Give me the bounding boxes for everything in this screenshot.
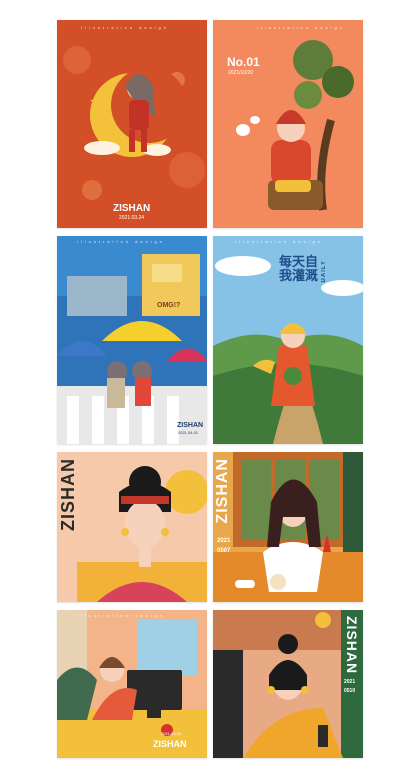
- date-label: 0510: [344, 688, 356, 694]
- illustration-card-moon-girl[interactable]: illustration design ZISHAN 2021.03.24: [57, 20, 207, 228]
- year-label: 2021: [217, 538, 231, 544]
- date-label: 2021.04.01: [178, 430, 199, 435]
- date-label: 2021.03.24: [119, 215, 145, 221]
- date-label: 0507: [217, 548, 231, 554]
- umbrella-crossing-artwork: [57, 236, 207, 444]
- brand-label: ZISHAN: [113, 203, 151, 214]
- moon-girl-artwork: [57, 20, 207, 228]
- shop-sign: OMG!?: [157, 302, 181, 309]
- brand-label: ZISHAN: [177, 422, 204, 429]
- brand-label: ZISHAN: [214, 458, 231, 524]
- headline-text: 每天自我灌溉: [279, 255, 319, 284]
- issue-number: No.01: [227, 55, 260, 69]
- top-text: illustration design: [257, 25, 345, 30]
- brand-label: ZISHAN: [344, 616, 360, 675]
- top-text: illustration design: [77, 239, 165, 244]
- top-text: illustration design: [235, 239, 323, 244]
- date-label: 2021.03.24: [161, 731, 182, 736]
- brand-label: ZISHAN: [153, 739, 187, 749]
- tree-girl-artwork: [213, 20, 363, 228]
- year-label: 2021: [344, 679, 356, 685]
- top-text: illustration design: [81, 25, 169, 30]
- desk-girl-artwork: [57, 610, 207, 758]
- date-label: 2021/10/20: [228, 70, 254, 76]
- illustration-card-watering-girl[interactable]: illustration design 每天自我灌溉 DAILY: [213, 236, 363, 444]
- illustration-card-market-girl[interactable]: ZISHAN 2021 0510: [213, 610, 363, 758]
- headband-girl-artwork: [57, 452, 207, 602]
- brand-label: ZISHAN: [58, 458, 78, 531]
- illustration-card-umbrella-crossing[interactable]: illustration design OMG!? ZISHAN 2021.04…: [57, 236, 207, 444]
- sub-label: DAILY: [321, 260, 327, 283]
- illustration-card-desk-girl[interactable]: illustration design 2021.03.24 ZISHAN: [57, 610, 207, 758]
- illustration-card-window-girl[interactable]: ZISHAN 2021 0507: [213, 452, 363, 602]
- illustration-card-headband-girl[interactable]: ZISHAN: [57, 452, 207, 602]
- market-girl-artwork: [213, 610, 363, 758]
- window-girl-artwork: [213, 452, 363, 602]
- illustration-card-tree-girl[interactable]: illustration design No.01 2021/10/20: [213, 20, 363, 228]
- top-text: illustration design: [77, 613, 165, 618]
